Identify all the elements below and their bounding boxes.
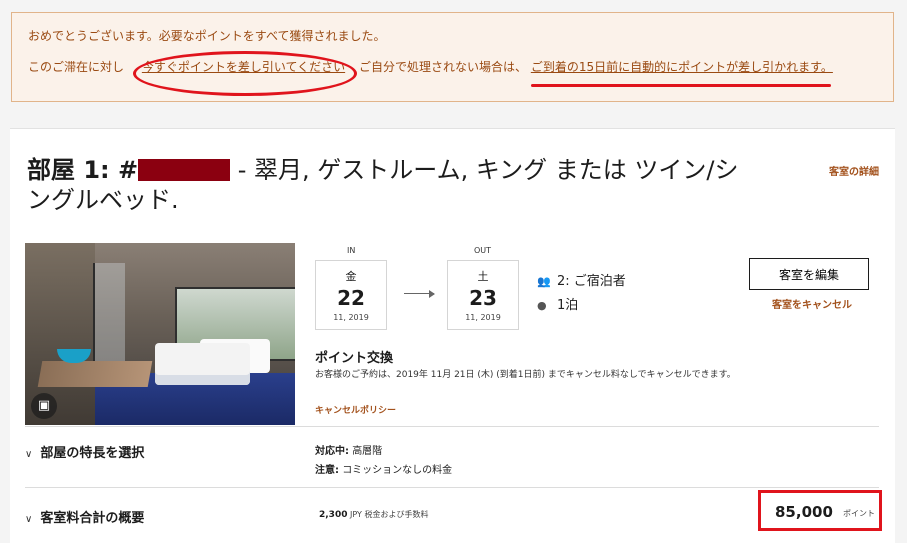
checkin-day: 22 [337,286,365,310]
rate-summary-toggle[interactable]: ∨ 客室料合計の概要 [25,507,144,526]
divider [25,426,879,427]
people-icon: 👥 [537,275,551,288]
room-number-label: 部屋 1: # [27,156,139,184]
edit-room-button[interactable]: 客室を編集 [749,258,869,290]
chevron-down-icon: ∨ [25,449,33,460]
moon-icon: ● [537,299,547,312]
cancellation-policy-link[interactable]: キャンセルポリシー [315,403,396,416]
checkout-date: 土 23 11, 2019 [447,260,519,330]
checkin-weekday: 金 [345,270,357,283]
feature-note: 注意: コミッションなしの料金 [315,461,452,476]
guests-count: 2: ご宿泊者 [557,274,626,289]
checkout-label: OUT [474,246,492,255]
checkout-month-year: 11, 2019 [465,313,501,322]
notice-middle-text: ご自分で処理されない場合は、 [358,60,527,74]
red-circle-annotation [133,51,357,96]
feature-note-value: コミッションなしの料金 [342,465,453,476]
nights-info: ● 1泊 [537,294,578,313]
feature-support-value: 高層階 [352,446,383,457]
photo-counter [37,361,153,387]
room-photo[interactable]: ▣ [25,243,295,425]
checkout-weekday: 土 [477,270,489,283]
checkin-label: IN [347,246,356,255]
room-features-toggle[interactable]: ∨ 部屋の特長を選択 [25,442,144,461]
points-notice: おめでとうございます。必要なポイントをすべて獲得されました。 このご滞在に対し … [11,12,894,102]
points-unit: ポイント [843,509,875,518]
photo-bed [155,343,250,385]
guests-info: 👥 2: ご宿泊者 [537,270,626,289]
room-details-link[interactable]: 客室の詳細 [829,163,879,178]
tax-text: JPY 税金および手数料 [350,510,429,519]
taxes-fees: 2,300 JPY 税金および手数料 [319,509,428,520]
cancel-room-link[interactable]: 客室をキャンセル [772,296,852,311]
arrow-right-icon [404,290,435,298]
total-points: 85,000 [775,503,833,521]
redacted-block [138,159,231,181]
checkin-date: 金 22 11, 2019 [315,260,387,330]
cancellation-description: お客様のご予約は、2019年 11月 21日 (木) (到着1日前) までキャン… [315,370,736,380]
chevron-down-icon: ∨ [25,514,33,525]
room-features-label: 部屋の特長を選択 [40,446,145,461]
checkin-month-year: 11, 2019 [333,313,369,322]
room-card: 部屋 1: # - 翠月, ゲストルーム, キング または ツイン/シングルベッ… [10,128,895,543]
auto-deduct-text: ご到着の15日前に自動的にポイントが差し引かれます。 [530,60,833,74]
checkout-day: 23 [469,286,497,310]
divider [25,487,879,488]
notice-prefix: このご滞在に対し [28,60,125,74]
feature-support-label: 対応中: [315,446,349,457]
notice-congrats-text: おめでとうございます。必要なポイントをすべて獲得されました。 [28,29,386,43]
total-points-box: 85,000 ポイント [758,490,882,531]
room-title: 部屋 1: # - 翠月, ゲストルーム, キング または ツイン/シングルベッ… [27,155,747,215]
feature-note-label: 注意: [315,465,339,476]
gallery-icon[interactable]: ▣ [31,393,57,419]
nights-count: 1泊 [557,298,579,313]
tax-amount: 2,300 [319,510,348,520]
red-underline-annotation [531,84,831,87]
points-redemption-title: ポイント交換 [315,351,394,366]
rate-summary-label: 客室料合計の概要 [40,511,145,526]
feature-support: 対応中: 高層階 [315,442,382,457]
